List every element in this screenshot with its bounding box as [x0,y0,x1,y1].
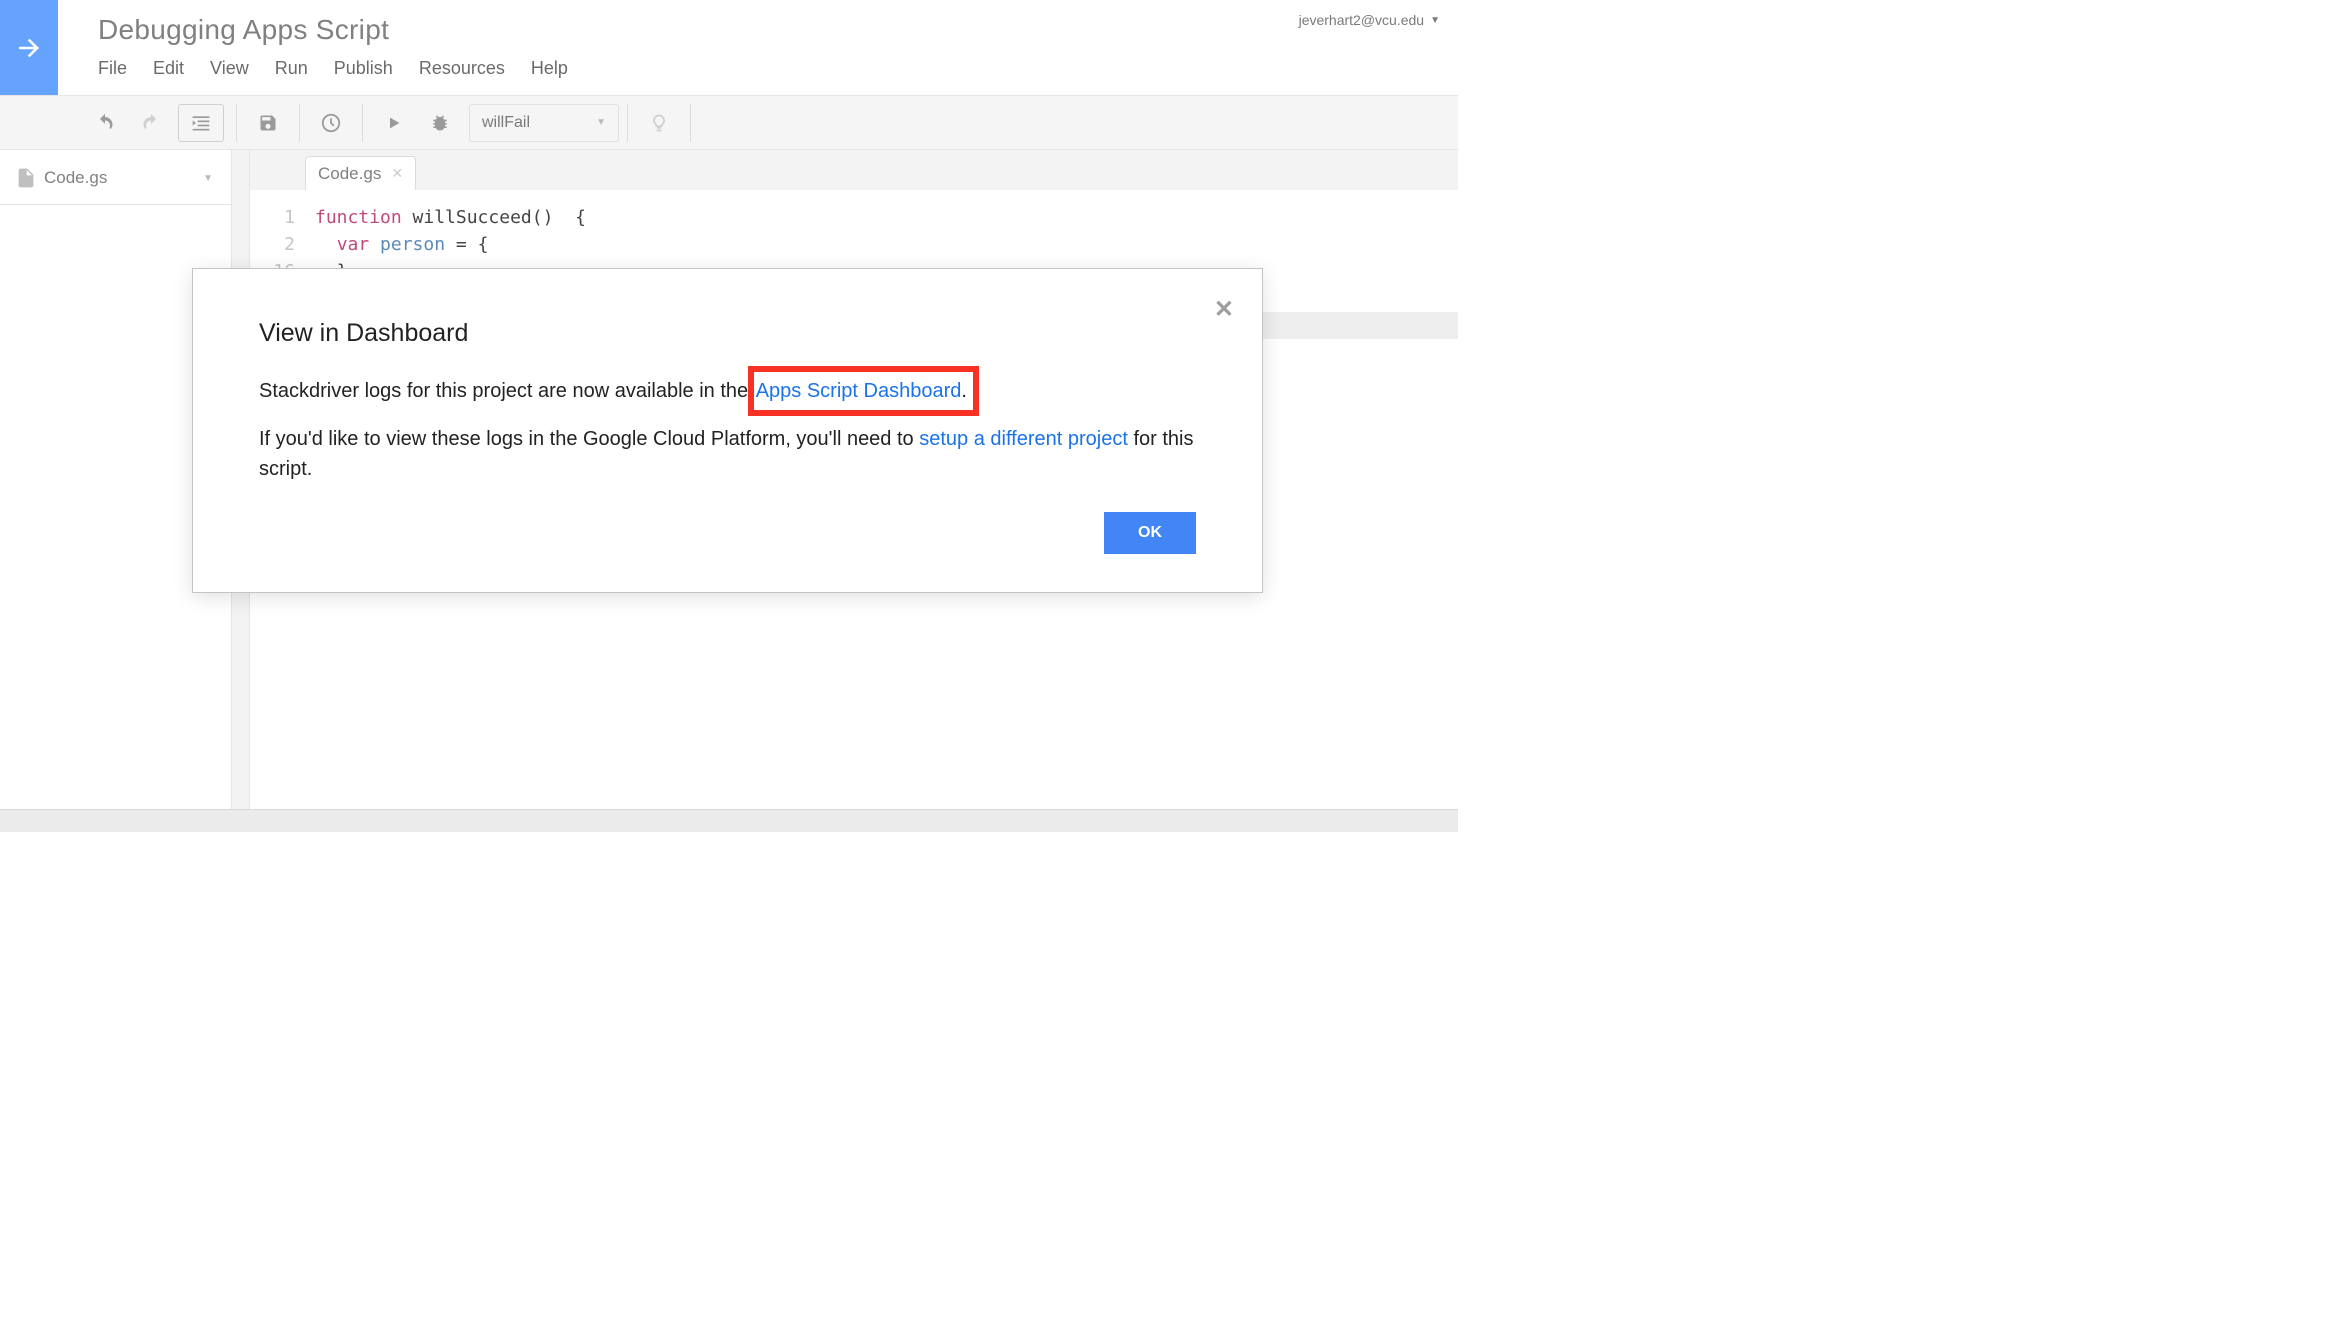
file-entry-codegs[interactable]: Code.gs ▼ [0,162,231,194]
menu-run[interactable]: Run [275,58,308,79]
redo-button[interactable] [128,104,174,142]
separator [236,104,237,142]
menu-bar: File Edit View Run Publish Resources Hel… [98,58,1458,79]
menu-publish[interactable]: Publish [334,58,393,79]
apps-script-logo[interactable] [0,0,58,95]
header-main: Debugging Apps Script File Edit View Run… [58,0,1458,95]
menu-resources[interactable]: Resources [419,58,505,79]
code-line: function willSucceed() { [315,204,1458,231]
separator [627,104,628,142]
user-email[interactable]: jeverhart2@vcu.edu ▼ [1299,12,1440,28]
status-bar [0,809,1458,832]
caret-down-icon: ▼ [203,173,213,184]
close-dialog-icon[interactable]: ✕ [1214,295,1234,324]
menu-help[interactable]: Help [531,58,568,79]
tab-bar: Code.gs ✕ [250,150,1458,190]
dashboard-dialog: ✕ View in Dashboard Stackdriver logs for… [192,268,1263,593]
run-button[interactable] [371,104,417,142]
triggers-button[interactable] [308,104,354,142]
user-email-text: jeverhart2@vcu.edu [1299,12,1425,28]
arrow-right-icon [14,33,44,63]
dialog-text-2: If you'd like to view these logs in the … [259,424,1196,484]
tab-codegs[interactable]: Code.gs ✕ [305,156,416,190]
ok-button[interactable]: OK [1104,512,1196,554]
menu-file[interactable]: File [98,58,127,79]
menu-view[interactable]: View [210,58,249,79]
setup-project-link[interactable]: setup a different project [919,428,1128,450]
caret-down-icon: ▼ [1430,15,1440,26]
save-button[interactable] [245,104,291,142]
undo-button[interactable] [82,104,128,142]
separator [299,104,300,142]
code-line: var person = { [315,231,1458,258]
indent-button[interactable] [178,104,224,142]
separator [362,104,363,142]
caret-down-icon: ▼ [596,117,606,128]
dialog-title: View in Dashboard [259,319,1196,348]
apps-script-dashboard-link[interactable]: Apps Script Dashboard [756,380,962,402]
close-tab-icon[interactable]: ✕ [391,165,403,182]
lightbulb-button[interactable] [636,104,682,142]
menu-edit[interactable]: Edit [153,58,184,79]
file-name-label: Code.gs [44,168,107,188]
toolbar: willFail ▼ [0,95,1458,150]
header: Debugging Apps Script File Edit View Run… [0,0,1458,95]
separator [690,104,691,142]
debug-button[interactable] [417,104,463,142]
tab-label: Code.gs [318,164,381,184]
function-select-label: willFail [482,114,530,132]
project-title[interactable]: Debugging Apps Script [98,14,1458,46]
function-select[interactable]: willFail ▼ [469,104,619,142]
file-icon [18,168,34,188]
highlighted-link-box: Apps Script Dashboard. [748,366,979,416]
dialog-text-1: Stackdriver logs for this project are no… [259,376,1196,406]
